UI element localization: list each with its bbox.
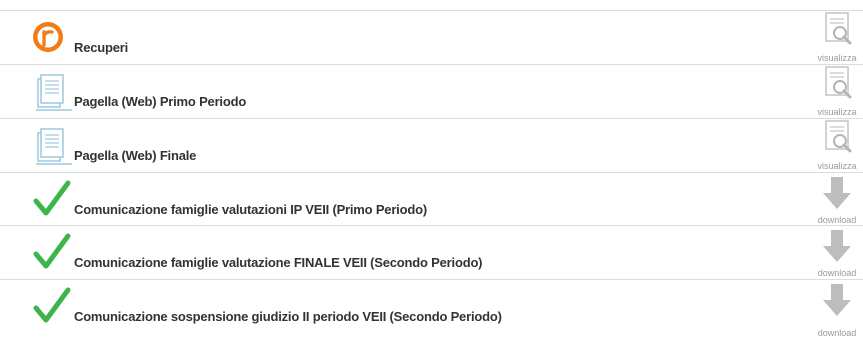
list-item-comunicazione-sospensione[interactable]: Comunicazione sospensione giudizio II pe… bbox=[0, 279, 863, 338]
visualizza-label: visualizza bbox=[817, 53, 857, 63]
list-item-comunicazione-finale[interactable]: Comunicazione famiglie valutazione FINAL… bbox=[0, 225, 863, 279]
list-item-label: Comunicazione famiglie valutazioni IP VE… bbox=[74, 202, 427, 217]
checkmark-icon bbox=[30, 284, 74, 328]
visualizza-button[interactable]: visualizza bbox=[815, 11, 859, 65]
download-label: download bbox=[817, 268, 857, 278]
list-item-label: Comunicazione famiglie valutazione FINAL… bbox=[74, 255, 483, 270]
download-arrow-icon bbox=[815, 173, 859, 213]
download-button[interactable]: download bbox=[815, 173, 859, 227]
visualizza-label: visualizza bbox=[817, 107, 857, 117]
documents-list: Recuperi visualizza Pagella (Web) Primo … bbox=[0, 0, 863, 338]
visualizza-button[interactable]: visualizza bbox=[815, 65, 859, 119]
download-arrow-icon bbox=[815, 226, 859, 266]
list-item-pagella-primo-periodo[interactable]: Pagella (Web) Primo Periodo visualizza bbox=[0, 64, 863, 118]
download-label: download bbox=[817, 328, 857, 338]
magnifier-document-icon bbox=[815, 11, 859, 51]
download-button[interactable]: download bbox=[815, 280, 859, 338]
list-item-pagella-finale[interactable]: Pagella (Web) Finale visualizza bbox=[0, 118, 863, 172]
document-icon bbox=[30, 69, 74, 113]
list-item-label: Pagella (Web) Finale bbox=[74, 148, 197, 163]
checkmark-icon bbox=[30, 177, 74, 221]
magnifier-document-icon bbox=[815, 119, 859, 159]
list-item-recuperi[interactable]: Recuperi visualizza bbox=[0, 10, 863, 64]
download-button[interactable]: download bbox=[815, 226, 859, 280]
visualizza-label: visualizza bbox=[817, 161, 857, 171]
list-item-label: Comunicazione sospensione giudizio II pe… bbox=[74, 309, 502, 324]
download-arrow-icon bbox=[815, 280, 859, 320]
download-label: download bbox=[817, 215, 857, 225]
list-item-label: Pagella (Web) Primo Periodo bbox=[74, 94, 247, 109]
visualizza-button[interactable]: visualizza bbox=[815, 119, 859, 173]
document-icon bbox=[30, 123, 74, 167]
magnifier-document-icon bbox=[815, 65, 859, 105]
checkmark-icon bbox=[30, 230, 74, 274]
list-item-label: Recuperi bbox=[74, 40, 129, 55]
list-item-comunicazione-ip[interactable]: Comunicazione famiglie valutazioni IP VE… bbox=[0, 172, 863, 226]
recuperi-icon bbox=[30, 15, 74, 59]
